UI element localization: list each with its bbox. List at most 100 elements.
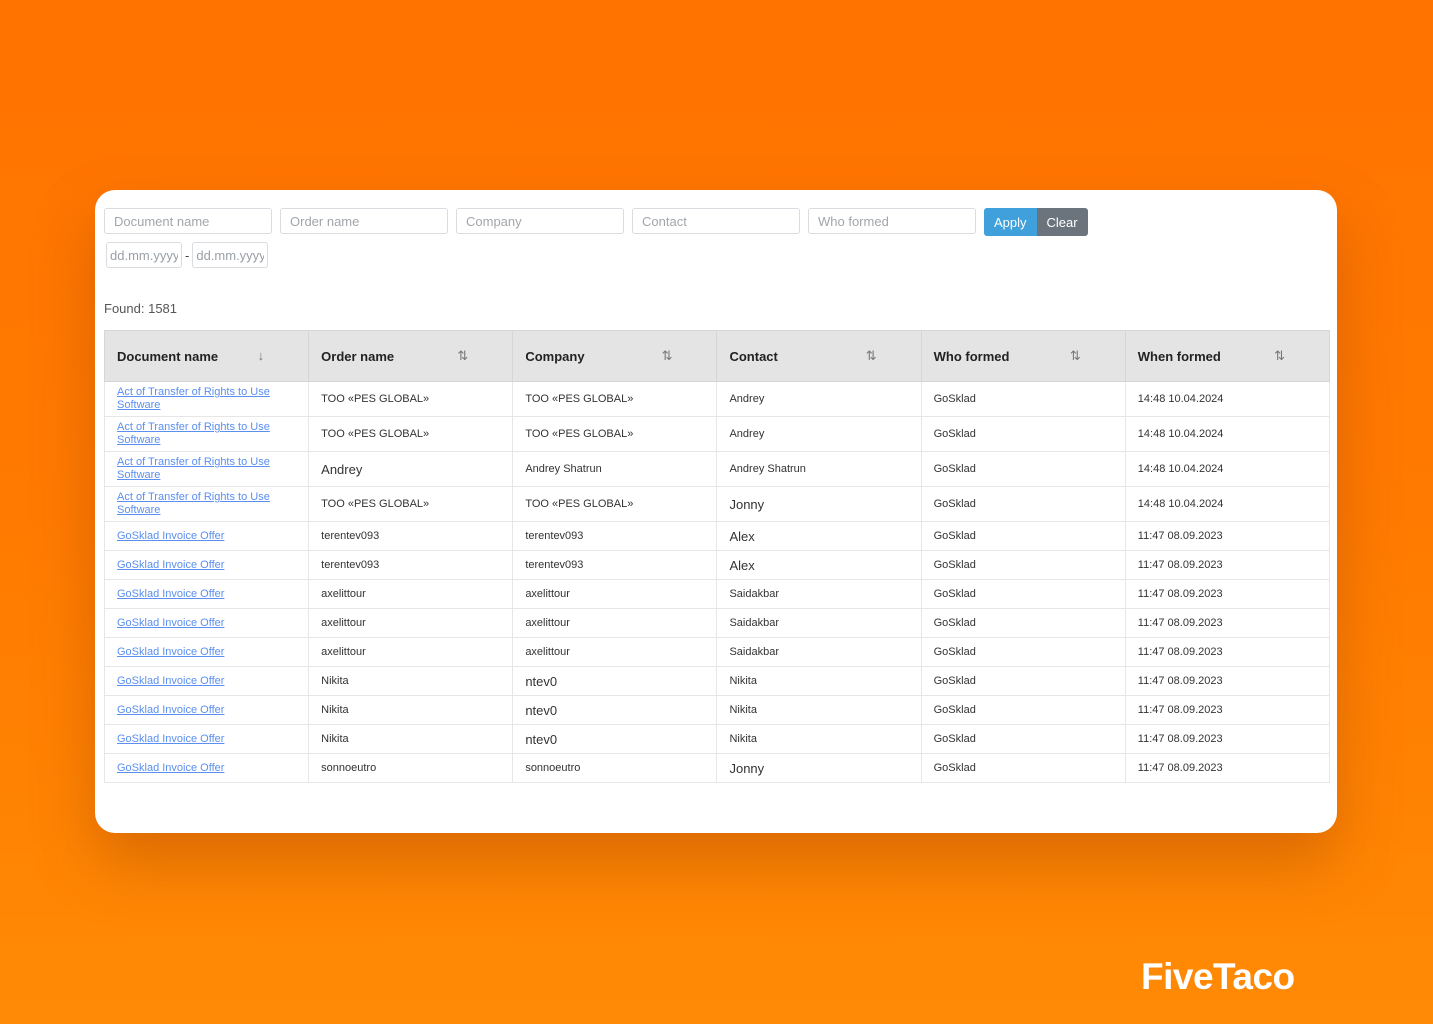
table-cell: Nikita	[716, 695, 922, 725]
document-link[interactable]: GoSklad Invoice Offer	[117, 733, 224, 745]
table-cell: Saidakbar	[716, 579, 922, 609]
table-cell: TOO «PES GLOBAL»	[512, 486, 718, 522]
table-cell: Nikita	[308, 666, 514, 696]
table-cell: 11:47 08.09.2023	[1124, 550, 1330, 580]
table-cell: GoSklad Invoice Offer	[104, 608, 310, 638]
table-cell: TOO «PES GLOBAL»	[308, 416, 514, 452]
table-cell: Nikita	[716, 724, 922, 754]
document-link[interactable]: GoSklad Invoice Offer	[117, 588, 224, 600]
table-cell: axelittour	[512, 579, 718, 609]
table-row: GoSklad Invoice Offer terentev093 terentev…	[104, 521, 1330, 551]
sort-icon[interactable]: ⇅	[457, 348, 468, 364]
clear-button[interactable]: Clear	[1036, 208, 1088, 236]
table-cell: 14:48 10.04.2024	[1124, 451, 1330, 487]
column-header[interactable]: Document name ↓	[104, 330, 310, 382]
document-link[interactable]: Act of Transfer of Rights to Use Softwar…	[117, 491, 270, 516]
table-cell: GoSklad	[920, 666, 1126, 696]
table-cell: 14:48 10.04.2024	[1124, 416, 1330, 452]
found-count: Found: 1581	[104, 301, 178, 316]
column-header[interactable]: When formed ⇅	[1124, 330, 1330, 382]
table-cell: ntev0	[512, 695, 718, 725]
table-cell: TOO «PES GLOBAL»	[512, 381, 718, 417]
table-cell: 11:47 08.09.2023	[1124, 579, 1330, 609]
table-row: Act of Transfer of Rights to Use Softwar…	[104, 486, 1330, 522]
fivetaco-logo: FiveTaco	[1141, 956, 1295, 997]
table-cell: GoSklad	[920, 416, 1126, 452]
column-label: Contact	[729, 348, 778, 364]
contact-filter[interactable]	[632, 208, 800, 234]
document-link[interactable]: Act of Transfer of Rights to Use Softwar…	[117, 456, 270, 481]
table-cell: sonnoeutro	[308, 753, 514, 783]
column-header[interactable]: Company ⇅	[512, 330, 718, 382]
table-row: GoSklad Invoice Offer Nikita ntev0 Nikita Go…	[104, 724, 1330, 754]
sort-icon[interactable]: ⇅	[866, 348, 877, 364]
documents-table-container[interactable]: Document name ↓ Order name ⇅ Company ⇅ Contact…	[104, 330, 1330, 788]
filter-buttons: Apply Clear	[984, 208, 1088, 236]
table-cell: GoSklad	[920, 579, 1126, 609]
document-link[interactable]: GoSklad Invoice Offer	[117, 646, 224, 658]
table-cell: Act of Transfer of Rights to Use Softwar…	[104, 416, 310, 452]
table-cell: terentev093	[308, 550, 514, 580]
table-cell: GoSklad Invoice Offer	[104, 753, 310, 783]
table-cell: 11:47 08.09.2023	[1124, 521, 1330, 551]
company-filter[interactable]	[456, 208, 624, 234]
table-cell: TOO «PES GLOBAL»	[512, 416, 718, 452]
table-cell: TOO «PES GLOBAL»	[308, 486, 514, 522]
column-header[interactable]: Order name ⇅	[308, 330, 514, 382]
table-cell: Act of Transfer of Rights to Use Softwar…	[104, 381, 310, 417]
table-cell: TOO «PES GLOBAL»	[308, 381, 514, 417]
table-cell: Jonny	[716, 753, 922, 783]
apply-button[interactable]: Apply	[984, 208, 1037, 236]
table-cell: Nikita	[308, 724, 514, 754]
table-row: GoSklad Invoice Offer axelittour axelittou…	[104, 637, 1330, 667]
documents-table: Document name ↓ Order name ⇅ Company ⇅ Contact…	[104, 330, 1330, 783]
table-cell: 11:47 08.09.2023	[1124, 753, 1330, 783]
table-cell: axelittour	[308, 637, 514, 667]
column-label: Document name	[117, 348, 219, 364]
order-name-filter[interactable]	[280, 208, 448, 234]
filter-bar: Apply Clear	[104, 208, 1088, 236]
table-cell: GoSklad	[920, 608, 1126, 638]
document-name-filter[interactable]	[104, 208, 272, 234]
document-link[interactable]: GoSklad Invoice Offer	[117, 762, 224, 774]
table-row: GoSklad Invoice Offer sonnoeutro sonnoeutr…	[104, 753, 1330, 783]
table-row: Act of Transfer of Rights to Use Softwar…	[104, 381, 1330, 417]
table-cell: GoSklad	[920, 695, 1126, 725]
table-cell: GoSklad	[920, 550, 1126, 580]
table-cell: 11:47 08.09.2023	[1124, 695, 1330, 725]
sort-icon[interactable]: ⇅	[1274, 348, 1285, 364]
table-row: Act of Transfer of Rights to Use Softwar…	[104, 451, 1330, 487]
table-cell: ntev0	[512, 724, 718, 754]
table-cell: GoSklad	[920, 637, 1126, 667]
column-header[interactable]: Contact ⇅	[716, 330, 922, 382]
document-link[interactable]: GoSklad Invoice Offer	[117, 675, 224, 687]
who-formed-filter[interactable]	[808, 208, 976, 234]
document-link[interactable]: Act of Transfer of Rights to Use Softwar…	[117, 386, 270, 411]
document-link[interactable]: GoSklad Invoice Offer	[117, 704, 224, 716]
table-cell: GoSklad	[920, 724, 1126, 754]
table-row: Act of Transfer of Rights to Use Softwar…	[104, 416, 1330, 452]
table-row: GoSklad Invoice Offer axelittour axelittou…	[104, 579, 1330, 609]
document-link[interactable]: GoSklad Invoice Offer	[117, 530, 224, 542]
table-cell: sonnoeutro	[512, 753, 718, 783]
document-link[interactable]: Act of Transfer of Rights to Use Softwar…	[117, 421, 270, 446]
table-cell: 14:48 10.04.2024	[1124, 486, 1330, 522]
table-cell: axelittour	[512, 637, 718, 667]
document-link[interactable]: GoSklad Invoice Offer	[117, 617, 224, 629]
table-cell: GoSklad	[920, 451, 1126, 487]
table-cell: Andrey Shatrun	[512, 451, 718, 487]
sort-icon[interactable]: ⇅	[662, 348, 673, 364]
date-to-input[interactable]	[192, 242, 269, 268]
table-cell: Saidakbar	[716, 608, 922, 638]
table-row: GoSklad Invoice Offer Nikita ntev0 Nikita Go…	[104, 695, 1330, 725]
table-cell: terentev093	[512, 550, 718, 580]
column-label: Order name	[321, 348, 395, 364]
sort-icon[interactable]: ↓	[258, 348, 265, 363]
column-header[interactable]: Who formed ⇅	[920, 330, 1126, 382]
table-cell: GoSklad Invoice Offer	[104, 637, 310, 667]
document-link[interactable]: GoSklad Invoice Offer	[117, 559, 224, 571]
table-cell: Alex	[716, 521, 922, 551]
sort-icon[interactable]: ⇅	[1070, 348, 1081, 364]
table-cell: 11:47 08.09.2023	[1124, 637, 1330, 667]
date-from-input[interactable]	[106, 242, 182, 268]
